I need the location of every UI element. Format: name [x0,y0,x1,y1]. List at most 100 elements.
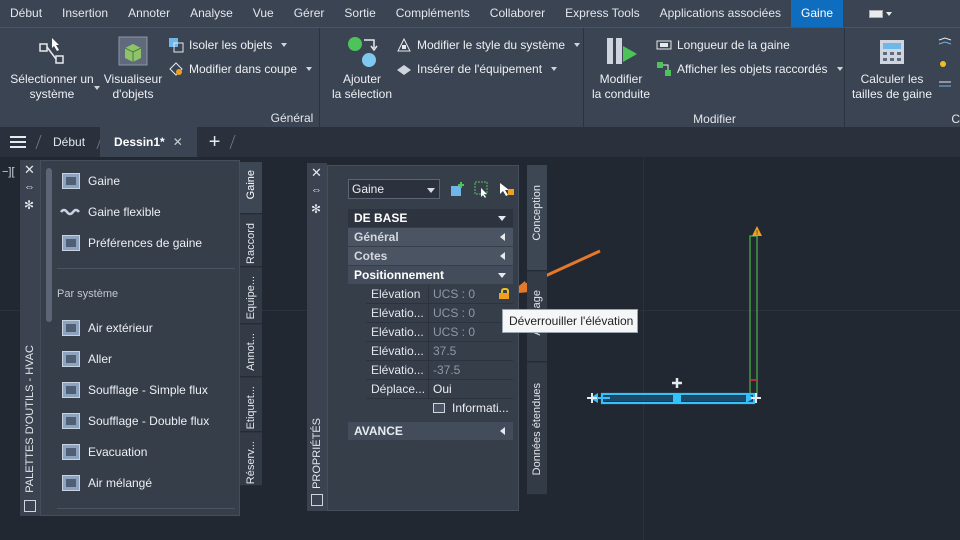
duct-icon [60,442,82,462]
more-tools-icon[interactable] [938,36,952,96]
calculate-duct-sizes-button[interactable]: Calculer les tailles de gaine [848,34,936,102]
duct-length-button[interactable]: Longueur de la gaine [656,34,790,56]
palette-section-by-system: Par système [57,288,119,300]
close-icon[interactable]: ✕ [173,135,183,149]
settings-icon[interactable]: ✻ [311,203,321,216]
property-value[interactable]: -37.5 [428,361,513,379]
ribbon-tab-sortie[interactable]: Sortie [334,0,385,27]
isolate-objects-button[interactable]: Isoler les objets [168,34,288,56]
palette-tab-equipment[interactable]: Equipe... [240,268,262,324]
workspace-switcher[interactable] [863,0,898,27]
section-dimensions[interactable]: Cotes [348,247,513,265]
palette-item-supply[interactable]: Aller [60,349,112,369]
palette-item-mixed-air[interactable]: Air mélangé [60,473,152,493]
close-icon[interactable]: ✕ [24,163,35,176]
ribbon-tab-bar: Début Insertion Annoter Analyse Vue Gére… [0,0,960,27]
panel-general-title: Général [270,111,314,125]
palette-item-flex-duct[interactable]: Gaine flexible [60,202,161,222]
autohide-icon[interactable]: ⇔ [24,181,35,194]
palette-tab-duct[interactable]: Gaine [240,162,262,214]
property-row-elevation-5[interactable]: Elévatio... -37.5 [366,361,513,380]
select-system-button[interactable]: Sélectionner un système [6,34,98,102]
flex-duct-icon [60,202,82,222]
lock-icon[interactable] [499,288,509,299]
palette-item-label: Air mélangé [88,476,153,490]
expand-icon [500,252,505,260]
palette-tab-annotation[interactable]: Annot... [240,325,262,377]
pointer-arrow-icon [509,249,601,294]
ribbon-tab-debut[interactable]: Début [0,0,52,27]
palette-item-outside-air[interactable]: Air extérieur [60,318,153,338]
palette-item-duct[interactable]: Gaine [60,171,120,191]
settings-icon[interactable]: ✻ [24,199,34,212]
show-connected-button[interactable]: Afficher les objets raccordés [656,58,843,80]
property-row-elevation-2[interactable]: Elévatio... UCS : 0 [366,304,513,323]
autohide-icon[interactable]: ⇔ [311,184,322,197]
info-label: Informati... [452,401,509,415]
ribbon-tab-express-tools[interactable]: Express Tools [555,0,649,27]
add-selected-icon [344,34,380,68]
property-value[interactable]: UCS : 0 [428,323,513,341]
palette-item-duct-preferences[interactable]: Préférences de gaine [60,233,202,253]
viewport-controls[interactable]: −][ [2,166,15,178]
properties-tab-design[interactable]: Conception [527,165,547,271]
property-row-elevation-3[interactable]: Elévatio... UCS : 0 [366,323,513,342]
property-row-info[interactable]: Informati... [366,399,513,418]
palette-item-supply-double[interactable]: Soufflage - Double flux [60,411,209,431]
ribbon-tab-insertion[interactable]: Insertion [52,0,118,27]
section-advanced[interactable]: AVANCE [348,422,513,440]
toggle-pickadd-icon[interactable] [497,180,515,198]
modify-conduit-label-1: Modifier [599,72,643,86]
properties-settings-icon[interactable] [311,494,323,506]
property-value[interactable]: Oui [428,380,513,398]
ribbon-tab-gaine[interactable]: Gaine [791,0,844,27]
modify-in-section-button[interactable]: Modifier dans coupe [168,58,313,80]
file-tab-start[interactable]: Début [39,127,99,157]
file-tab-drawing1[interactable]: Dessin1* ✕ [100,127,197,157]
insert-equipment-button[interactable]: Insérer de l'équipement [396,58,558,80]
ribbon-tab-analyse[interactable]: Analyse [180,0,243,27]
chevron-down-icon [551,67,558,71]
ribbon-tab-applications[interactable]: Applications associées [650,0,791,27]
close-icon[interactable]: ✕ [311,166,322,179]
quick-select-icon[interactable] [449,180,467,198]
palette-properties-icon[interactable] [24,500,36,512]
property-value[interactable]: UCS : 0 [428,304,513,322]
ribbon-tab-complements[interactable]: Compléments [386,0,480,27]
palette-tab-fitting[interactable]: Raccord [240,215,262,267]
palette-tab-reserved[interactable]: Réserv... [240,433,262,486]
tool-palette-tabs: Gaine Raccord Equipe... Annot... Etiquet… [240,162,262,486]
object-type-select[interactable]: Gaine [348,179,440,199]
palette-tab-tags[interactable]: Etiquet... [240,378,262,432]
section-general[interactable]: Général [348,228,513,246]
ribbon-tab-collaborer[interactable]: Collaborer [480,0,555,27]
duct-icon [60,411,82,431]
section-positioning[interactable]: Positionnement [348,266,513,284]
ribbon-tab-gerer[interactable]: Gérer [284,0,335,27]
modify-conduit-button[interactable]: Modifier la conduite [587,34,655,102]
property-value[interactable]: 37.5 [428,342,513,360]
duct-preferences-icon [60,233,82,253]
section-basic[interactable]: DE BASE [348,209,513,227]
new-tab-button[interactable]: + [197,127,233,157]
palette-scrollbar[interactable] [46,168,52,322]
modify-in-section-label: Modifier dans coupe [189,62,298,76]
add-selected-button[interactable]: Ajouter la sélection [324,34,400,102]
property-row-displacement[interactable]: Déplace... Oui [366,380,513,399]
property-row-elevation[interactable]: Elévation UCS : 0 [366,285,513,304]
property-key: Elévatio... [371,363,424,377]
menu-icon[interactable] [0,127,38,157]
palette-item-supply-single[interactable]: Soufflage - Simple flux [60,380,208,400]
calculate-duct-sizes-label-1: Calculer les [860,72,924,86]
palette-item-exhaust[interactable]: Evacuation [60,442,147,462]
collapse-icon [498,216,506,221]
object-viewer-label-1: Visualiseur [103,72,163,86]
object-viewer-button[interactable]: Visualiseur d'objets [100,34,166,102]
palette-item-label: Air extérieur [88,321,153,335]
property-row-elevation-4[interactable]: Elévatio... 37.5 [366,342,513,361]
select-objects-icon[interactable] [473,180,491,198]
properties-tab-extended-data[interactable]: Données étendues [527,363,547,495]
ribbon-tab-annoter[interactable]: Annoter [118,0,180,27]
modify-system-style-button[interactable]: Modifier le style du système [396,34,581,56]
ribbon-tab-vue[interactable]: Vue [243,0,284,27]
